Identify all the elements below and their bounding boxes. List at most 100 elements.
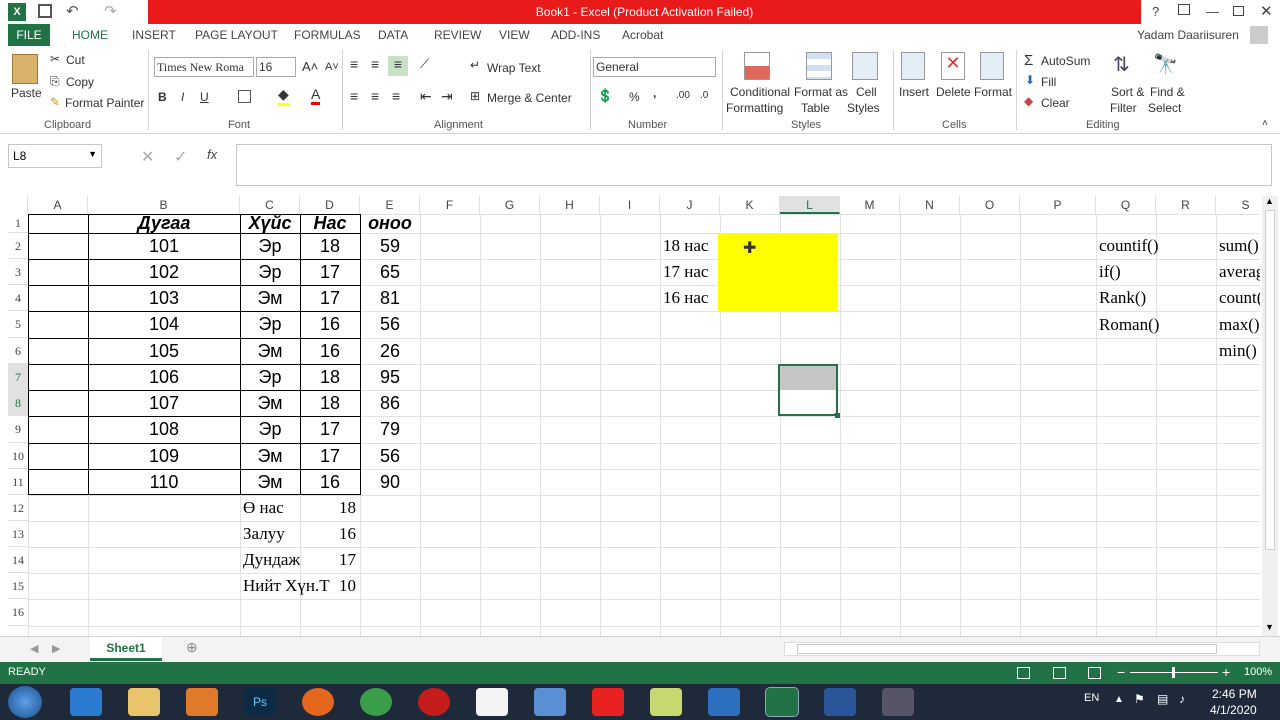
table-cell[interactable]: Эм xyxy=(240,390,300,416)
fill-handle[interactable] xyxy=(835,413,840,418)
column-header-i[interactable]: I xyxy=(600,196,660,214)
align-right-icon[interactable]: ≡ xyxy=(392,88,400,104)
row-header-4[interactable]: 4 xyxy=(8,285,28,311)
number-format-select[interactable]: General xyxy=(593,57,716,77)
table-cell[interactable]: 16 xyxy=(300,311,360,338)
row-header-13[interactable]: 13 xyxy=(8,521,28,547)
format-as-table-label-2[interactable]: Table xyxy=(801,101,830,115)
borders-icon[interactable] xyxy=(238,90,251,103)
table-cell[interactable]: 17 xyxy=(300,285,360,311)
column-header-a[interactable]: A xyxy=(28,196,88,214)
row-header-1[interactable]: 1 xyxy=(8,214,28,233)
table-cell[interactable]: 18 xyxy=(300,390,360,416)
clock-date[interactable]: 4/1/2020 xyxy=(1210,703,1257,717)
horizontal-scroll-thumb[interactable] xyxy=(797,644,1217,654)
percent-button[interactable]: % xyxy=(629,90,640,104)
row-header-7[interactable]: 7 xyxy=(8,364,28,390)
table-cell[interactable]: 65 xyxy=(360,259,420,285)
save-icon[interactable] xyxy=(38,4,52,18)
user-name[interactable]: Yadam Daariisuren xyxy=(1137,28,1239,42)
accounting-format-icon[interactable]: 💲 xyxy=(597,88,613,104)
internet-explorer-icon[interactable] xyxy=(70,688,102,716)
yandex-icon[interactable] xyxy=(592,688,624,716)
selected-cell[interactable] xyxy=(778,364,838,416)
format-cells-icon[interactable] xyxy=(980,52,1004,80)
format-as-table-label-1[interactable]: Format as xyxy=(794,85,848,99)
function-note[interactable]: count() xyxy=(1219,285,1260,311)
action-center-icon[interactable]: ⚑ xyxy=(1134,692,1145,706)
tab-page-layout[interactable]: PAGE LAYOUT xyxy=(195,28,278,42)
decrease-decimal-icon[interactable]: .0 xyxy=(700,90,708,101)
new-sheet-icon[interactable]: ⊕ xyxy=(186,639,198,656)
scroll-down-icon[interactable]: ▼ xyxy=(1265,622,1274,632)
merge-center-button[interactable]: Merge & Center xyxy=(487,91,572,105)
sort-filter-label-2[interactable]: Filter xyxy=(1110,101,1137,115)
delete-cells-icon[interactable]: ✕ xyxy=(941,52,965,80)
table-cell[interactable]: 56 xyxy=(360,443,420,469)
table-cell[interactable]: 106 xyxy=(88,364,240,390)
tab-formulas[interactable]: FORMULAS xyxy=(294,28,361,42)
table-cell[interactable]: Эм xyxy=(240,285,300,311)
function-note[interactable]: Rank() xyxy=(1099,285,1146,311)
table-cell[interactable]: Эм xyxy=(240,443,300,469)
spreadsheet-grid[interactable]: ABCDEFGHIJKLMNOPQRS 1 2 3 4 5 6 7 8 9 10 11 12 13 14 1… xyxy=(8,196,1260,636)
table-cell[interactable]: 17 xyxy=(300,416,360,443)
column-header-e[interactable]: E xyxy=(360,196,420,214)
column-header-k[interactable]: K xyxy=(720,196,780,214)
tab-home[interactable]: HOME xyxy=(72,28,108,42)
summary-label[interactable]: Дундаж xyxy=(243,547,300,573)
age-label[interactable]: 18 нас xyxy=(663,233,708,259)
column-header-g[interactable]: G xyxy=(480,196,540,214)
align-bottom-icon[interactable]: ≡ xyxy=(388,56,408,76)
italic-button[interactable]: I xyxy=(181,90,184,104)
select-all-corner[interactable] xyxy=(8,196,28,214)
insert-cells-icon[interactable] xyxy=(901,52,925,80)
cell-styles-label-2[interactable]: Styles xyxy=(847,101,880,115)
horizontal-scrollbar[interactable] xyxy=(784,642,1260,656)
format-cells-button[interactable]: Format xyxy=(974,85,1012,99)
insert-cells-button[interactable]: Insert xyxy=(899,85,929,99)
table-cell[interactable]: 95 xyxy=(360,364,420,390)
table-cell[interactable]: 79 xyxy=(360,416,420,443)
column-header-m[interactable]: M xyxy=(840,196,900,214)
table-cell[interactable]: 59 xyxy=(360,233,420,259)
table-cell[interactable]: Эм xyxy=(240,338,300,364)
table-cell[interactable]: 108 xyxy=(88,416,240,443)
font-name-select[interactable]: Times New Roma xyxy=(154,57,254,77)
column-header-h[interactable]: H xyxy=(540,196,600,214)
align-center-icon[interactable]: ≡ xyxy=(371,88,379,104)
network-icon[interactable]: ▤ xyxy=(1157,692,1168,706)
delete-cells-button[interactable]: Delete xyxy=(936,85,971,99)
table-header[interactable]: Нас xyxy=(300,214,360,233)
tab-review[interactable]: REVIEW xyxy=(434,28,481,42)
align-left-icon[interactable]: ≡ xyxy=(350,88,358,104)
table-cell[interactable]: 102 xyxy=(88,259,240,285)
tray-up-icon[interactable]: ▲ xyxy=(1114,694,1124,705)
tab-add-ins[interactable]: ADD-INS xyxy=(551,28,600,42)
volume-icon[interactable]: ♪ xyxy=(1179,692,1185,706)
format-as-table-icon[interactable] xyxy=(806,52,832,80)
column-header-s[interactable]: S xyxy=(1216,196,1260,214)
row-header-3[interactable]: 3 xyxy=(8,259,28,285)
column-header-j[interactable]: J xyxy=(660,196,720,214)
copy-button[interactable]: Copy xyxy=(66,75,94,89)
page-layout-view-icon[interactable] xyxy=(1053,667,1066,679)
opera-icon[interactable] xyxy=(418,688,450,716)
file-explorer-icon[interactable] xyxy=(128,688,160,716)
tab-insert[interactable]: INSERT xyxy=(132,28,176,42)
row-header-11[interactable]: 11 xyxy=(8,469,28,495)
underline-button[interactable]: U xyxy=(200,90,209,104)
age-label[interactable]: 16 нас xyxy=(663,285,708,311)
age-label[interactable]: 17 нас xyxy=(663,259,708,285)
row-header-10[interactable]: 10 xyxy=(8,443,28,469)
formula-input[interactable] xyxy=(236,144,1272,186)
table-cell[interactable]: 103 xyxy=(88,285,240,311)
sort-filter-icon[interactable]: ⇅ xyxy=(1113,52,1130,77)
sheet-tab[interactable]: Sheet1 xyxy=(90,637,162,661)
minimize-icon[interactable]: — xyxy=(1206,4,1219,19)
column-header-o[interactable]: O xyxy=(960,196,1020,214)
zoom-slider-thumb[interactable] xyxy=(1172,667,1175,678)
conditional-formatting-icon[interactable] xyxy=(744,52,770,80)
table-cell[interactable]: 18 xyxy=(300,364,360,390)
tab-data[interactable]: DATA xyxy=(378,28,408,42)
